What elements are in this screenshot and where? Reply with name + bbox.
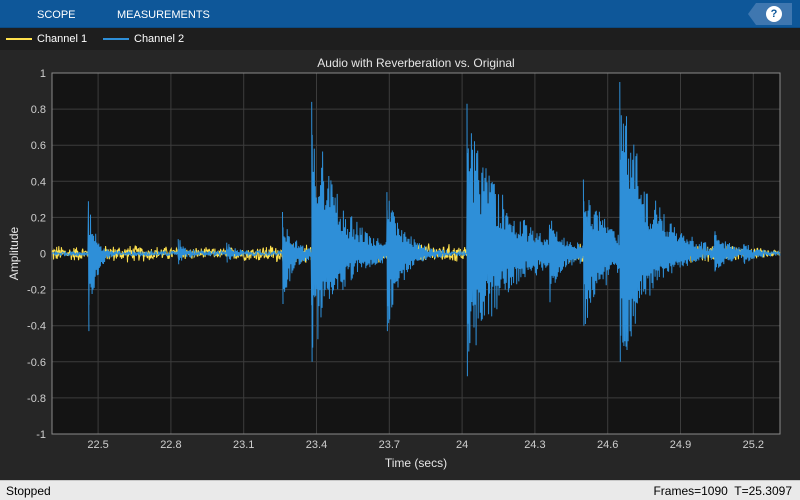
x-tick-label: 23.1 <box>233 439 254 451</box>
y-tick-label: 0.8 <box>31 104 46 116</box>
status-frames: Frames=1090 <box>653 484 728 498</box>
legend-swatch-channel-2 <box>103 38 129 40</box>
x-tick-label: 25.2 <box>743 439 764 451</box>
x-tick-label: 23.4 <box>306 439 327 451</box>
toolstrip: SCOPE MEASUREMENTS ? <box>0 0 800 28</box>
y-tick-label: -0.4 <box>27 321 46 333</box>
y-tick-label: -0.2 <box>27 285 46 297</box>
legend-swatch-channel-1 <box>6 38 32 40</box>
status-state: Stopped <box>6 484 51 498</box>
tab-scope[interactable]: SCOPE <box>37 0 76 28</box>
scope-plot[interactable]: 22.5 22.8 23.1 23.4 23.7 24 24.3 24.6 24.9 25.2 1 0… <box>0 50 800 480</box>
y-tick-label: 0.6 <box>31 140 46 152</box>
x-tick-label: 24.3 <box>524 439 545 451</box>
legend-label-channel-2: Channel 2 <box>134 33 185 45</box>
x-tick-label: 24.6 <box>597 439 618 451</box>
y-tick-label: 0.2 <box>31 212 46 224</box>
x-axis-label: Time (secs) <box>385 456 447 470</box>
x-tick-label: 23.7 <box>379 439 400 451</box>
x-tick-label: 22.5 <box>87 439 108 451</box>
legend: Channel 1 Channel 2 <box>0 28 800 50</box>
status-time: T=25.3097 <box>734 484 792 498</box>
y-tick-label: -0.6 <box>27 357 46 369</box>
y-tick-label: 0 <box>40 249 46 261</box>
legend-label-channel-1: Channel 1 <box>37 33 88 45</box>
x-tick-label: 22.8 <box>160 439 181 451</box>
chart-title: Audio with Reverberation vs. Original <box>317 56 514 70</box>
tab-measurements[interactable]: MEASUREMENTS <box>117 0 210 28</box>
y-tick-label: -0.8 <box>27 393 46 405</box>
help-button[interactable]: ? <box>748 3 792 25</box>
help-icon: ? <box>766 6 782 22</box>
legend-item-channel-1[interactable]: Channel 1 <box>6 28 87 50</box>
x-tick-label: 24.9 <box>670 439 691 451</box>
axes-container: 22.5 22.8 23.1 23.4 23.7 24 24.3 24.6 24.9 25.2 1 0… <box>0 50 800 480</box>
status-frames-time: Frames=1090 T=25.3097 <box>653 484 792 498</box>
y-tick-label: 0.4 <box>31 176 46 188</box>
y-axis-label: Amplitude <box>7 227 21 281</box>
x-tick-label: 24 <box>456 439 468 451</box>
status-bar: Stopped Frames=1090 T=25.3097 <box>0 480 800 500</box>
y-tick-label: -1 <box>36 429 46 441</box>
y-tick-label: 1 <box>40 68 46 80</box>
legend-item-channel-2[interactable]: Channel 2 <box>103 28 184 50</box>
